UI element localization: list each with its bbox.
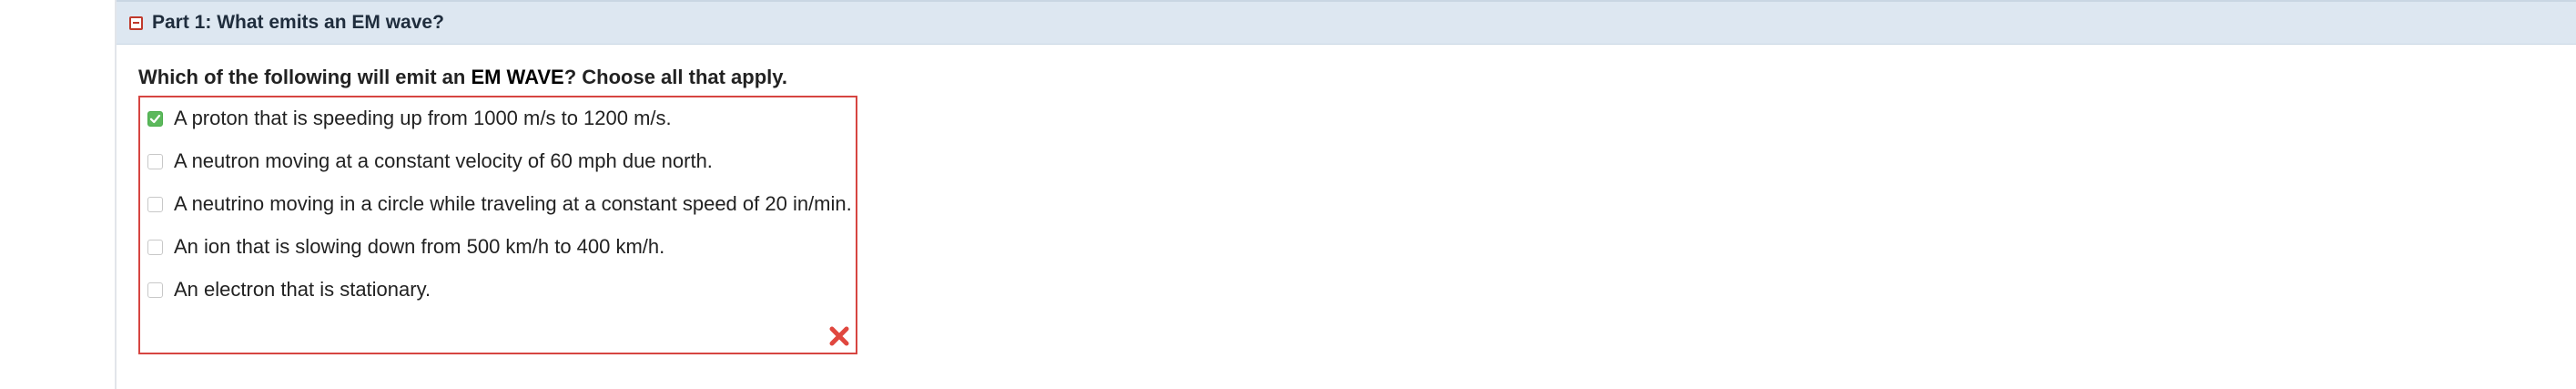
choice-1[interactable]: A proton that is speeding up from 1000 m… xyxy=(147,107,672,130)
part-header[interactable]: Part 1: What emits an EM wave? xyxy=(117,0,2576,45)
incorrect-x-icon xyxy=(829,326,849,346)
question-part-section: Part 1: What emits an EM wave? Which of … xyxy=(117,0,2576,389)
question-text: Which of the following will emit an EM W… xyxy=(138,66,787,89)
page: Part 1: What emits an EM wave? Which of … xyxy=(0,0,2576,389)
question-emphasis: EM WAVE xyxy=(471,66,564,88)
choice-5[interactable]: An electron that is stationary. xyxy=(147,278,431,302)
question-prefix: Which of the following will emit an xyxy=(138,66,472,88)
choice-3[interactable]: A neutrino moving in a circle while trav… xyxy=(147,192,852,216)
choice-2-checkbox[interactable] xyxy=(147,153,163,169)
choice-2-label: A neutron moving at a constant velocity … xyxy=(174,149,713,172)
answer-choices-box: A proton that is speeding up from 1000 m… xyxy=(138,96,857,354)
checkmark-icon xyxy=(149,114,161,123)
choice-3-checkbox[interactable] xyxy=(147,196,163,212)
choice-5-label: An electron that is stationary. xyxy=(174,278,431,301)
choice-3-label: A neutrino moving in a circle while trav… xyxy=(174,192,852,215)
question-suffix: ? Choose all that apply. xyxy=(563,66,787,88)
part-title: Part 1: What emits an EM wave? xyxy=(152,12,444,33)
choice-1-label: A proton that is speeding up from 1000 m… xyxy=(174,107,672,129)
collapse-icon[interactable] xyxy=(129,15,143,30)
choice-4-label: An ion that is slowing down from 500 km/… xyxy=(174,235,665,258)
choice-4[interactable]: An ion that is slowing down from 500 km/… xyxy=(147,235,664,259)
choice-4-checkbox[interactable] xyxy=(147,239,163,255)
choice-1-checkbox[interactable] xyxy=(147,110,163,127)
choice-5-checkbox[interactable] xyxy=(147,282,163,298)
choice-2[interactable]: A neutron moving at a constant velocity … xyxy=(147,149,713,173)
